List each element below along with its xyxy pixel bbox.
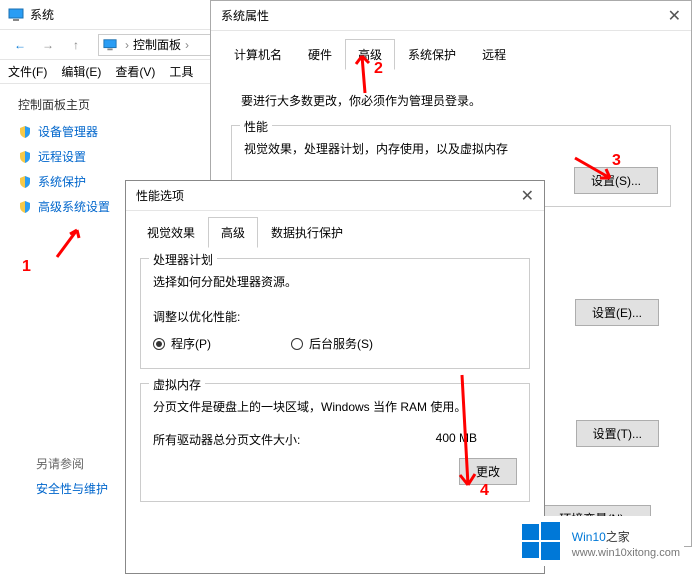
breadcrumb-separator: › bbox=[185, 38, 189, 52]
dialog-title: 系统属性 bbox=[221, 7, 269, 24]
sidebar-item-label: 高级系统设置 bbox=[38, 198, 110, 215]
tab-strip: 计算机名 硬件 高级 系统保护 远程 bbox=[211, 31, 691, 70]
tab-strip: 视觉效果 高级 数据执行保护 bbox=[126, 211, 544, 248]
close-icon[interactable]: ✕ bbox=[668, 6, 681, 26]
watermark-text: Win10之家 www.win10xitong.com bbox=[572, 524, 680, 559]
tab-advanced[interactable]: 高级 bbox=[345, 39, 395, 70]
shield-icon bbox=[18, 175, 32, 189]
forward-button: → bbox=[36, 33, 60, 57]
dialog-titlebar: 性能选项 ✕ bbox=[126, 181, 544, 211]
vm-total-label: 所有驱动器总分页文件大小: bbox=[153, 431, 300, 448]
groupbox-title: 性能 bbox=[240, 118, 272, 135]
breadcrumb-separator: › bbox=[125, 38, 129, 52]
user-profiles-settings-button[interactable]: 设置(E)... bbox=[575, 299, 659, 326]
vm-total-value: 400 MB bbox=[436, 431, 477, 448]
windows-logo-icon bbox=[520, 520, 562, 562]
menu-edit[interactable]: 编辑(E) bbox=[61, 63, 101, 80]
sidebar-title: 控制面板主页 bbox=[18, 96, 140, 113]
radio-label: 程序(P) bbox=[171, 335, 211, 352]
tab-computer-name[interactable]: 计算机名 bbox=[221, 39, 295, 70]
radio-programs[interactable]: 程序(P) bbox=[153, 335, 211, 352]
sidebar-item-device-manager[interactable]: 设备管理器 bbox=[18, 123, 140, 140]
tab-advanced[interactable]: 高级 bbox=[208, 217, 258, 248]
radio-label: 后台服务(S) bbox=[309, 335, 373, 352]
tab-visual-effects[interactable]: 视觉效果 bbox=[134, 217, 208, 248]
adjust-label: 调整以优化性能: bbox=[153, 308, 517, 325]
tab-system-protection[interactable]: 系统保护 bbox=[395, 39, 469, 70]
menu-file[interactable]: 文件(F) bbox=[8, 63, 47, 80]
sidebar-item-advanced[interactable]: 高级系统设置 bbox=[18, 198, 140, 215]
sidebar-item-label: 系统保护 bbox=[38, 173, 86, 190]
watermark-url: www.win10xitong.com bbox=[572, 547, 680, 559]
groupbox-desc: 视觉效果，处理器计划，内存使用，以及虚拟内存 bbox=[244, 140, 658, 157]
sidebar-item-label: 远程设置 bbox=[38, 148, 86, 165]
performance-options-dialog: 性能选项 ✕ 视觉效果 高级 数据执行保护 处理器计划 选择如何分配处理器资源。… bbox=[125, 180, 545, 574]
groupbox-desc: 分页文件是硬盘上的一块区域，Windows 当作 RAM 使用。 bbox=[153, 398, 517, 415]
admin-note: 要进行大多数更改，你必须作为管理员登录。 bbox=[241, 92, 671, 109]
breadcrumb-item[interactable]: 控制面板 bbox=[133, 36, 181, 53]
monitor-icon bbox=[8, 7, 24, 23]
menu-view[interactable]: 查看(V) bbox=[115, 63, 155, 80]
sidebar-item-remote[interactable]: 远程设置 bbox=[18, 148, 140, 165]
up-button[interactable]: ↑ bbox=[64, 33, 88, 57]
processor-scheduling-groupbox: 处理器计划 选择如何分配处理器资源。 调整以优化性能: 程序(P) 后台服务(S… bbox=[140, 258, 530, 369]
startup-settings-button[interactable]: 设置(T)... bbox=[576, 420, 659, 447]
dialog-titlebar: 系统属性 ✕ bbox=[211, 1, 691, 31]
back-button[interactable]: ← bbox=[8, 33, 32, 57]
menu-tools[interactable]: 工具 bbox=[169, 63, 193, 80]
shield-icon bbox=[18, 125, 32, 139]
sidebar: 控制面板主页 设备管理器 远程设置 系统保护 高级系统设置 另请参阅 安全性与维… bbox=[0, 84, 140, 509]
close-icon[interactable]: ✕ bbox=[521, 186, 534, 206]
tab-dep[interactable]: 数据执行保护 bbox=[258, 217, 356, 248]
shield-icon bbox=[18, 150, 32, 164]
dialog-body: 处理器计划 选择如何分配处理器资源。 调整以优化性能: 程序(P) 后台服务(S… bbox=[126, 248, 544, 526]
groupbox-title: 虚拟内存 bbox=[149, 376, 205, 393]
monitor-icon bbox=[103, 38, 117, 52]
virtual-memory-groupbox: 虚拟内存 分页文件是硬盘上的一块区域，Windows 当作 RAM 使用。 所有… bbox=[140, 383, 530, 502]
dialog-title: 性能选项 bbox=[136, 187, 184, 204]
sidebar-item-label: 设备管理器 bbox=[38, 123, 98, 140]
sidebar-item-protection[interactable]: 系统保护 bbox=[18, 173, 140, 190]
groupbox-desc: 选择如何分配处理器资源。 bbox=[153, 273, 517, 290]
vm-change-button[interactable]: 更改 bbox=[459, 458, 517, 485]
shield-icon bbox=[18, 200, 32, 214]
radio-icon bbox=[291, 338, 303, 350]
see-also: 另请参阅 安全性与维护 bbox=[18, 455, 140, 497]
radio-row: 程序(P) 后台服务(S) bbox=[153, 335, 517, 352]
watermark: Win10之家 www.win10xitong.com bbox=[516, 516, 684, 566]
window-title: 系统 bbox=[30, 6, 54, 23]
radio-background[interactable]: 后台服务(S) bbox=[291, 335, 373, 352]
performance-settings-button[interactable]: 设置(S)... bbox=[574, 167, 658, 194]
tab-hardware[interactable]: 硬件 bbox=[295, 39, 345, 70]
watermark-brand: Win10之家 bbox=[572, 524, 680, 547]
groupbox-title: 处理器计划 bbox=[149, 251, 217, 268]
radio-icon bbox=[153, 338, 165, 350]
tab-remote[interactable]: 远程 bbox=[469, 39, 519, 70]
vm-total-row: 所有驱动器总分页文件大小: 400 MB bbox=[153, 431, 517, 448]
